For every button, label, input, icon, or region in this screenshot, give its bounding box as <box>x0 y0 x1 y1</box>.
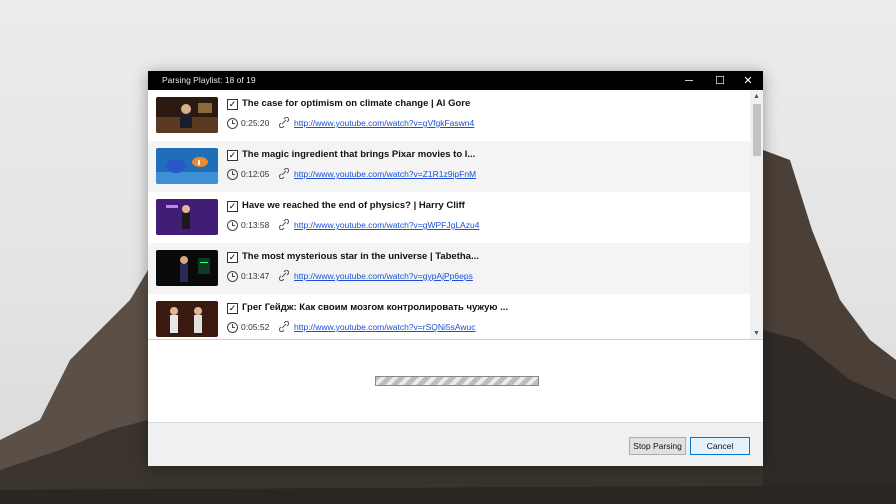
parsing-dialog: Parsing Playlist: 18 of 19 ─ ☐ ✕ ✓ The c… <box>148 71 763 466</box>
maximize-button[interactable]: ☐ <box>706 71 734 90</box>
list-item[interactable]: ✓ The most mysterious star in the univer… <box>148 243 750 294</box>
scroll-down-arrow-icon[interactable]: ▼ <box>750 327 763 339</box>
include-checkbox[interactable]: ✓ <box>227 150 238 161</box>
parsing-progress-bar <box>375 376 539 386</box>
link-icon <box>279 117 289 129</box>
clock-icon <box>227 271 238 282</box>
scroll-thumb[interactable] <box>753 104 761 156</box>
include-checkbox[interactable]: ✓ <box>227 201 238 212</box>
clock-icon <box>227 322 238 333</box>
video-title: The magic ingredient that brings Pixar m… <box>242 149 476 160</box>
video-duration: 0:05:52 <box>241 322 270 332</box>
title-bar: Parsing Playlist: 18 of 19 ─ ☐ ✕ <box>148 71 763 90</box>
dialog-footer: Stop Parsing Cancel <box>148 422 763 466</box>
video-thumbnail <box>156 97 218 133</box>
divider <box>148 339 763 340</box>
list-item[interactable]: ✓ Have we reached the end of physics? | … <box>148 192 750 243</box>
close-button[interactable]: ✕ <box>734 71 762 90</box>
video-url-link[interactable]: http://www.youtube.com/watch?v=gVfgkFasw… <box>294 118 474 128</box>
playlist-list: ✓ The case for optimism on climate chang… <box>148 90 750 339</box>
list-item[interactable]: ✓ Грег Гейдж: Как своим мозгом контролир… <box>148 294 750 339</box>
link-icon <box>279 168 289 180</box>
video-thumbnail <box>156 250 218 286</box>
video-url-link[interactable]: http://www.youtube.com/watch?v=Z1R1z9ipF… <box>294 169 476 179</box>
cancel-button[interactable]: Cancel <box>690 437 750 455</box>
video-thumbnail <box>156 148 218 184</box>
list-item[interactable]: ✓ The case for optimism on climate chang… <box>148 90 750 141</box>
video-title: Грег Гейдж: Как своим мозгом контролиров… <box>242 302 509 313</box>
video-duration: 0:25:20 <box>241 118 270 128</box>
clock-icon <box>227 169 238 180</box>
link-icon <box>279 321 289 333</box>
video-url-link[interactable]: http://www.youtube.com/watch?v=rSQNi5sAw… <box>294 322 476 332</box>
video-duration: 0:13:58 <box>241 220 270 230</box>
stop-parsing-button[interactable]: Stop Parsing <box>629 437 686 455</box>
video-title: The case for optimism on climate change … <box>242 98 471 109</box>
video-title: Have we reached the end of physics? | Ha… <box>242 200 465 211</box>
list-scrollbar[interactable]: ▲ ▼ <box>750 90 763 339</box>
include-checkbox[interactable]: ✓ <box>227 303 238 314</box>
include-checkbox[interactable]: ✓ <box>227 252 238 263</box>
link-icon <box>279 270 289 282</box>
list-item[interactable]: ✓ The magic ingredient that brings Pixar… <box>148 141 750 192</box>
clock-icon <box>227 220 238 231</box>
video-duration: 0:12:05 <box>241 169 270 179</box>
minimize-button[interactable]: ─ <box>675 71 703 90</box>
video-title: The most mysterious star in the universe… <box>242 251 479 262</box>
video-thumbnail <box>156 199 218 235</box>
video-duration: 0:13:47 <box>241 271 270 281</box>
include-checkbox[interactable]: ✓ <box>227 99 238 110</box>
video-url-link[interactable]: http://www.youtube.com/watch?v=gWPFJgLAz… <box>294 220 479 230</box>
link-icon <box>279 219 289 231</box>
scroll-up-arrow-icon[interactable]: ▲ <box>750 90 763 102</box>
video-url-link[interactable]: http://www.youtube.com/watch?v=gypAjPp6e… <box>294 271 473 281</box>
video-thumbnail <box>156 301 218 337</box>
clock-icon <box>227 118 238 129</box>
window-title: Parsing Playlist: 18 of 19 <box>162 75 256 85</box>
